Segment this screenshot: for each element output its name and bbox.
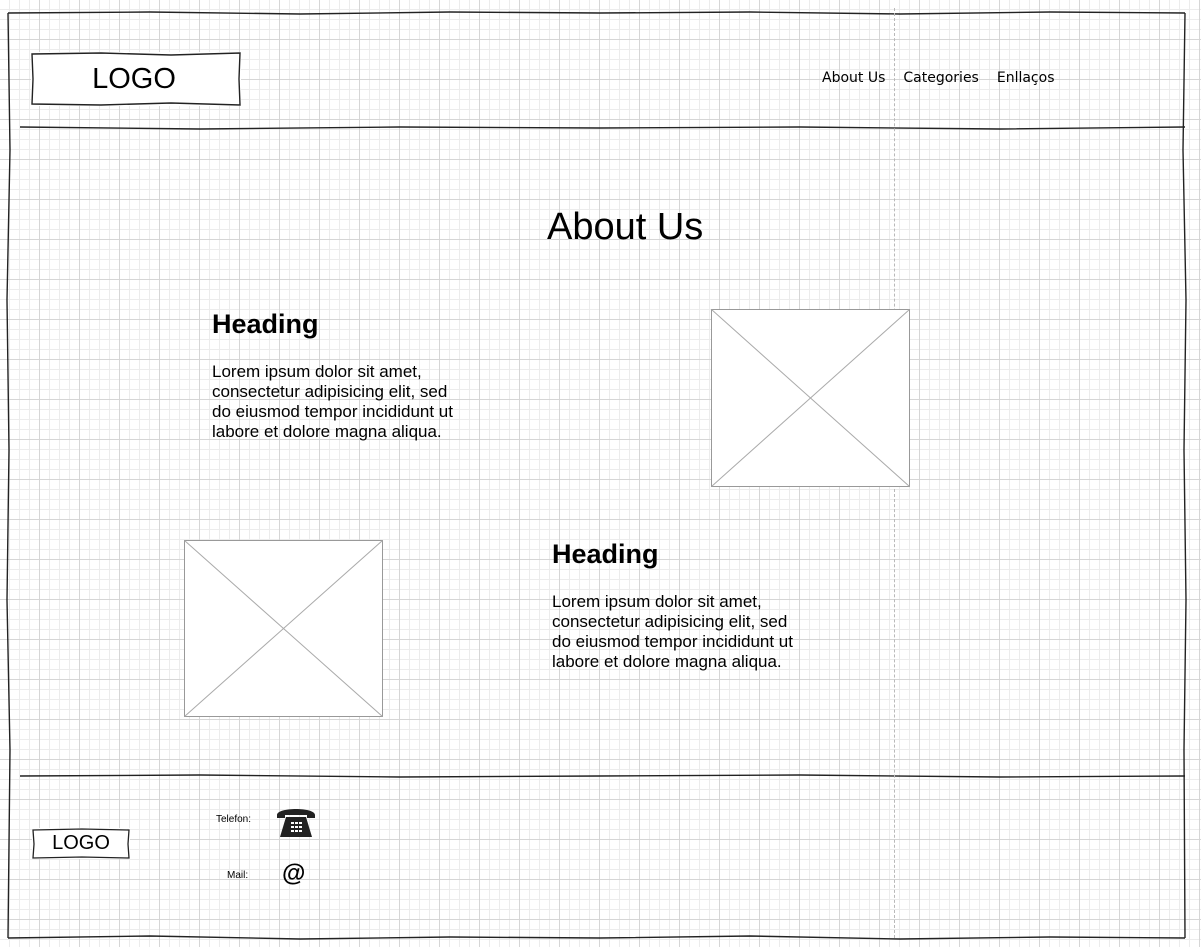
image-placeholder-1 (711, 309, 910, 487)
nav-categories[interactable]: Categories (903, 70, 978, 86)
section-1-text: Lorem ipsum dolor sit amet, consectetur … (212, 362, 453, 441)
header-logo[interactable]: LOGO (31, 52, 241, 106)
phone-label: Telefon: (216, 814, 252, 825)
frame-bottom-edge (7, 935, 1186, 940)
wireframe-frame (6, 11, 1187, 940)
header-logo-text: LOGO (92, 62, 176, 95)
header-divider (19, 126, 1186, 130)
section-2-text: Lorem ipsum dolor sit amet, consectetur … (552, 592, 793, 671)
telephone-icon[interactable] (274, 803, 318, 839)
frame-top-edge (7, 11, 1186, 15)
nav-about-us[interactable]: About Us (822, 70, 885, 86)
section-1-heading: Heading (212, 309, 319, 339)
mail-label: Mail: (227, 870, 249, 881)
frame-right-edge (1182, 12, 1187, 939)
footer-logo-text: LOGO (52, 832, 110, 854)
footer-divider (19, 774, 1186, 778)
footer-logo[interactable]: LOGO (32, 828, 130, 859)
image-placeholder-2 (184, 540, 383, 717)
nav-enllacos[interactable]: Enllaços (997, 70, 1055, 86)
at-sign-icon[interactable]: @ (282, 860, 305, 888)
main-nav: About Us Categories Enllaços (822, 70, 1055, 86)
page-title: About Us (547, 206, 704, 248)
frame-left-edge (6, 12, 11, 939)
section-2-heading: Heading (552, 539, 659, 569)
